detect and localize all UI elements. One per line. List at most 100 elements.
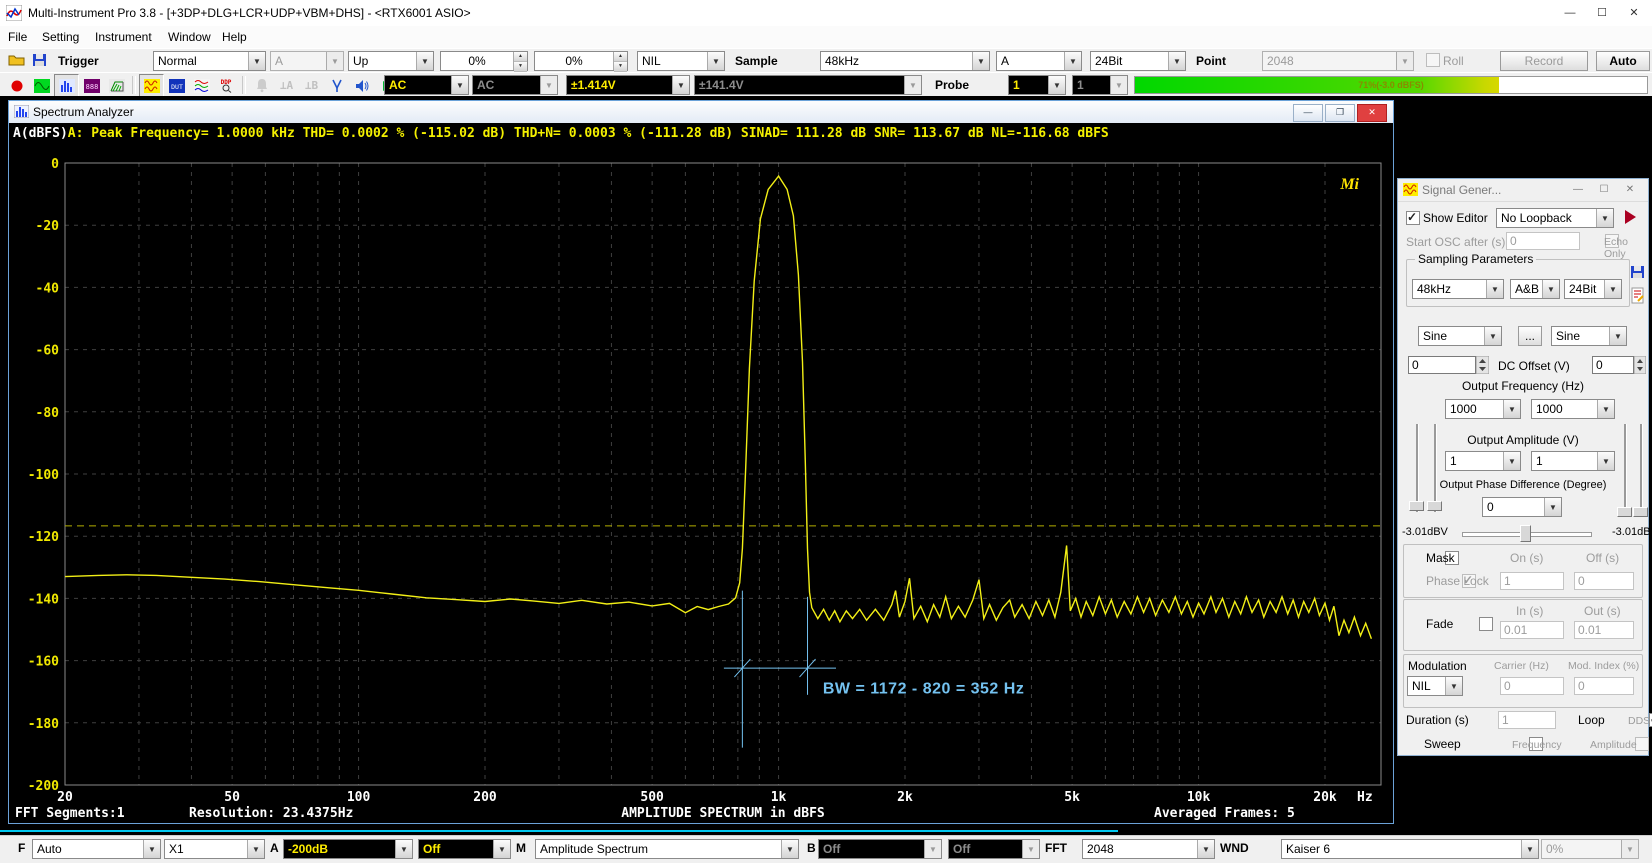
chevron-down-icon: ▼	[1197, 840, 1214, 858]
gen-sampling-rate-dropdown[interactable]: 48kHz▼	[1412, 279, 1504, 299]
fader-a2-handle[interactable]	[1427, 501, 1442, 511]
sampling-bits-dropdown[interactable]: 24Bit▼	[1090, 51, 1186, 71]
waveform-a-dropdown[interactable]: Sine▼	[1418, 326, 1502, 346]
echo-only-label: Echo Only	[1604, 236, 1648, 260]
sound-device-icon[interactable]	[349, 74, 374, 97]
probe-a-dropdown[interactable]: 1▼	[1008, 75, 1066, 95]
generator-run-icon[interactable]	[1622, 209, 1638, 228]
multimeter-icon[interactable]: 888	[79, 74, 104, 97]
derived-data-source-icon[interactable]	[189, 74, 214, 97]
frequency-a-dropdown[interactable]: 1000▼	[1445, 399, 1521, 419]
panel-close-icon[interactable]: ✕	[1620, 183, 1640, 197]
dc-offset-b-input[interactable]: 0	[1592, 356, 1634, 374]
sampling-channel-dropdown[interactable]: A▼	[996, 51, 1082, 71]
spinner-arrows-icon[interactable]: ▲▼	[613, 52, 627, 70]
chevron-down-icon: ▼	[1521, 840, 1538, 858]
edit-list-icon[interactable]	[1631, 287, 1645, 307]
mod-index-label: Mod. Index (%)	[1568, 660, 1639, 672]
gen-bits-dropdown[interactable]: 24Bit▼	[1564, 279, 1622, 299]
open-file-icon[interactable]	[8, 53, 26, 70]
minimize-icon[interactable]: —	[1556, 4, 1584, 22]
window-restore-icon[interactable]: ❐	[1325, 104, 1355, 122]
mask-off-input: 0	[1574, 572, 1634, 590]
waveform-b-dropdown[interactable]: Sine▼	[1551, 326, 1627, 346]
menu-file[interactable]: File	[8, 30, 27, 44]
signal-generator-panel: Signal Gener... — ☐ ✕ Show Editor No Loo…	[1397, 178, 1649, 756]
panel-restore-icon[interactable]: ☐	[1594, 183, 1614, 197]
balance-slider-handle[interactable]	[1520, 525, 1531, 542]
trigger-edge-dropdown[interactable]: Up▼	[348, 51, 434, 71]
svg-text:-120: -120	[28, 530, 59, 545]
dc-offset-a-spinner[interactable]	[1476, 356, 1489, 377]
trigger-delay-spinner[interactable]: 0%▲▼	[534, 51, 628, 71]
svg-text:0: 0	[51, 157, 59, 172]
spectrum-3d-plot-icon[interactable]	[104, 74, 129, 97]
window-function-dropdown[interactable]: Kaiser 6▼	[1281, 839, 1539, 859]
save-signal-icon[interactable]	[1630, 265, 1645, 282]
signal-generator-icon[interactable]	[139, 74, 164, 97]
svg-text:BW = 1172 - 820 = 352 Hz: BW = 1172 - 820 = 352 Hz	[823, 680, 1024, 697]
show-editor-checkbox[interactable]	[1406, 211, 1420, 225]
save-file-icon[interactable]	[32, 53, 47, 70]
window-close-icon[interactable]: ✕	[1357, 104, 1387, 122]
view-mode-dropdown[interactable]: Amplitude Spectrum▼	[535, 839, 799, 859]
menu-bar: File Setting Instrument Window Help	[0, 26, 1652, 48]
spectrum-plot[interactable]: 0-20-40-60-80-100-120-140-160-180-200205…	[9, 145, 1393, 823]
maximize-icon[interactable]: ☐	[1588, 4, 1616, 22]
amplitude-a-dropdown[interactable]: 1▼	[1445, 451, 1521, 471]
oscilloscope-icon[interactable]	[29, 74, 54, 97]
more-options-button[interactable]: ...	[1518, 326, 1542, 346]
device-test-plan-icon[interactable]: DUT	[164, 74, 189, 97]
dc-offset-b-spinner[interactable]	[1634, 356, 1646, 377]
fade-checkbox[interactable]	[1479, 617, 1493, 631]
frequency-b-dropdown[interactable]: 1000▼	[1531, 399, 1615, 419]
frequency-axis-dropdown[interactable]: Auto▼	[32, 839, 161, 859]
chevron-down-icon: ▼	[493, 840, 510, 858]
coupling-a-dropdown[interactable]: AC▼	[384, 75, 469, 95]
marker-b-icon: ⊥B	[299, 74, 324, 97]
menu-window[interactable]: Window	[168, 30, 211, 44]
spectrum-analyzer-icon[interactable]	[54, 74, 79, 97]
app-title-bar[interactable]: Multi-Instrument Pro 3.8 - [+3DP+DLG+LCR…	[0, 0, 1652, 27]
modulation-type-dropdown[interactable]: NIL▼	[1407, 676, 1463, 696]
fader-b2-handle[interactable]	[1633, 507, 1648, 517]
amplitude-b-dropdown[interactable]: 1▼	[1531, 451, 1615, 471]
plot-canvas[interactable]: 0-20-40-60-80-100-120-140-160-180-200205…	[9, 145, 1393, 823]
panel-minimize-icon[interactable]: —	[1568, 183, 1588, 197]
spinner-arrows-icon[interactable]: ▲▼	[513, 52, 527, 70]
close-icon[interactable]: ✕	[1620, 4, 1648, 22]
loopback-dropdown[interactable]: No Loopback▼	[1496, 208, 1614, 228]
spectrum-window-title-bar[interactable]: Spectrum Analyzer — ❐ ✕	[9, 101, 1393, 124]
roll-checkbox	[1426, 53, 1440, 67]
signal-generator-title-bar[interactable]: Signal Gener... — ☐ ✕	[1398, 179, 1648, 202]
fader-a1-handle[interactable]	[1409, 501, 1424, 511]
fader-a2-track	[1434, 424, 1437, 512]
fft-points-dropdown[interactable]: 2048▼	[1082, 839, 1215, 859]
range-a-display-dropdown[interactable]: -200dB▼	[283, 839, 413, 859]
svg-text:DUT: DUT	[171, 83, 183, 91]
trigger-stop-dropdown[interactable]: NIL▼	[637, 51, 725, 71]
gen-channels-dropdown[interactable]: A&B▼	[1510, 279, 1560, 299]
svg-text:-180: -180	[28, 717, 59, 732]
fader-b2-track	[1640, 424, 1643, 516]
dc-offset-a-input[interactable]: 0	[1408, 356, 1476, 374]
trigger-mode-dropdown[interactable]: Normal▼	[153, 51, 266, 71]
menu-setting[interactable]: Setting	[42, 30, 79, 44]
calibration-icon[interactable]	[324, 74, 349, 97]
fader-b1-handle[interactable]	[1617, 507, 1632, 517]
phase-difference-dropdown[interactable]: 0▼	[1482, 497, 1562, 517]
loop-label: Loop	[1578, 713, 1605, 727]
app-icon	[6, 5, 22, 24]
trigger-level-spinner[interactable]: 0%▲▼	[440, 51, 528, 71]
menu-help[interactable]: Help	[222, 30, 247, 44]
processing-a-dropdown[interactable]: Off▼	[418, 839, 511, 859]
chevron-down-icon: ▼	[1503, 452, 1520, 470]
sampling-rate-dropdown[interactable]: 48kHz▼	[820, 51, 990, 71]
range-a-dropdown[interactable]: ±1.414V▼	[566, 75, 690, 95]
record-icon[interactable]	[4, 74, 29, 97]
auto-button[interactable]: Auto	[1596, 51, 1650, 71]
menu-instrument[interactable]: Instrument	[95, 30, 152, 44]
data-parameter-viewer-icon[interactable]: DDP	[214, 74, 239, 97]
window-minimize-icon[interactable]: —	[1293, 104, 1323, 122]
zoom-dropdown[interactable]: X1▼	[164, 839, 265, 859]
